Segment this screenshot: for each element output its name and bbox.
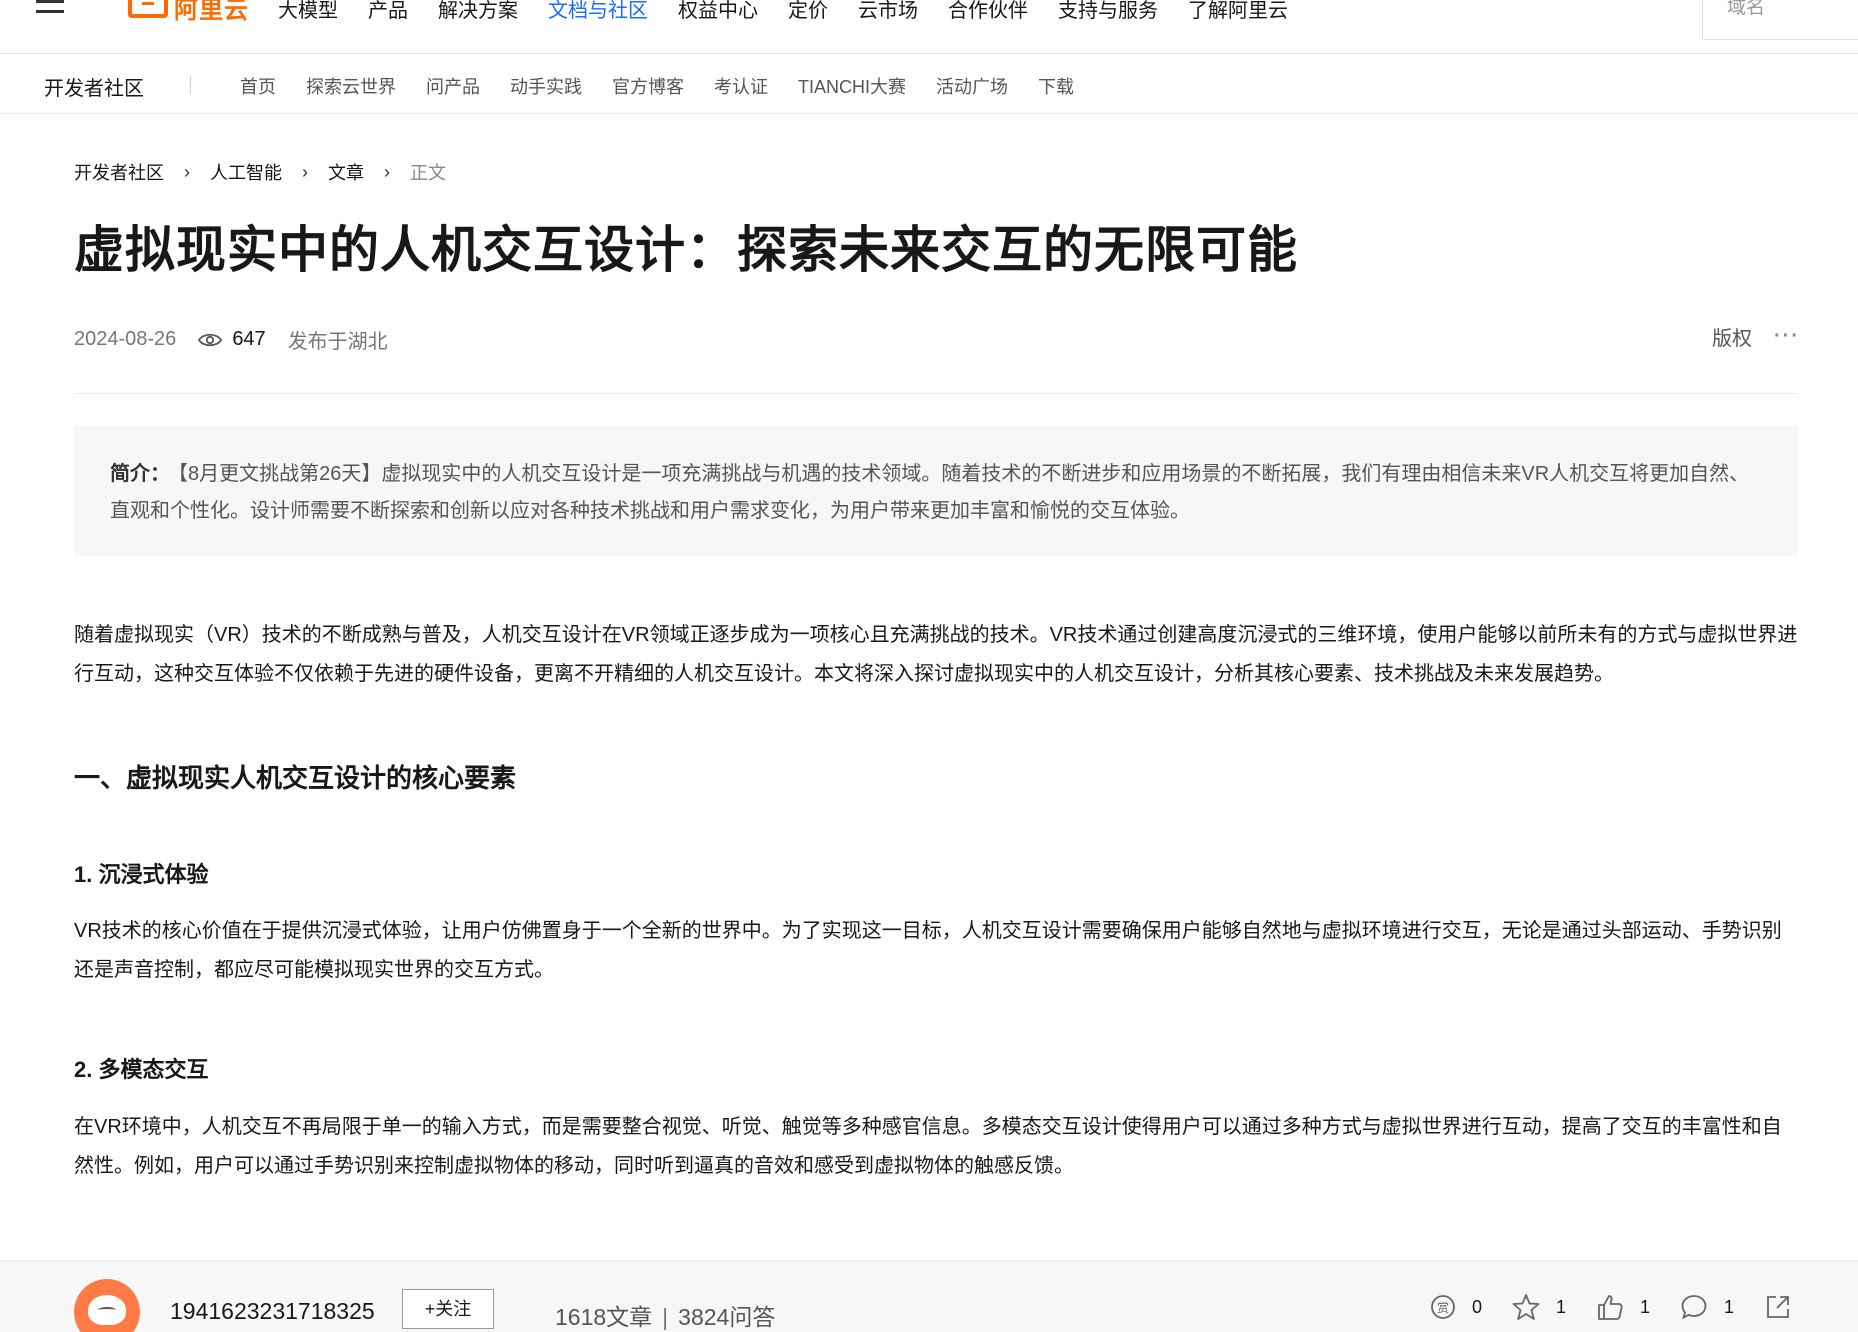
top-menu-item-pricing[interactable]: 定价 <box>788 0 828 23</box>
like-button[interactable]: 1 <box>1596 1293 1650 1321</box>
view-count-value: 647 <box>232 328 266 350</box>
favorite-count: 1 <box>1556 1296 1567 1317</box>
community-navbar: 开发者社区 首页 探索云世界 问产品 动手实践 官方博客 考认证 TIANCHI… <box>0 54 1858 114</box>
community-menu-item-explore[interactable]: 探索云世界 <box>306 73 396 99</box>
community-menu: 首页 探索云世界 问产品 动手实践 官方博客 考认证 TIANCHI大赛 活动广… <box>240 73 1074 99</box>
community-menu-item-blog[interactable]: 官方博客 <box>612 73 684 99</box>
share-icon <box>1767 1296 1789 1318</box>
top-menu-item-solutions[interactable]: 解决方案 <box>438 0 518 23</box>
breadcrumb: 开发者社区 › 人工智能 › 文章 › 正文 <box>74 159 446 185</box>
publish-date: 2024-08-26 <box>74 328 177 350</box>
logo-mark-icon <box>128 0 168 18</box>
top-menu-item-benefits[interactable]: 权益中心 <box>678 0 758 23</box>
community-menu-item-download[interactable]: 下载 <box>1038 73 1074 99</box>
article-meta-actions: 版权 ··· <box>1712 322 1800 351</box>
thumbs-up-icon <box>1598 1295 1623 1320</box>
favorite-button[interactable]: 1 <box>1512 1293 1566 1321</box>
community-menu-item-events[interactable]: 活动广场 <box>936 73 1008 99</box>
community-menu-item-home[interactable]: 首页 <box>240 73 276 99</box>
article-title: 虚拟现实中的人机交互设计：探索未来交互的无限可能 <box>74 222 1298 278</box>
reward-button[interactable]: 赏 0 <box>1430 1294 1482 1320</box>
publish-location: 发布于湖北 <box>287 331 388 353</box>
comment-button[interactable]: 1 <box>1680 1293 1734 1321</box>
star-icon <box>1512 1294 1540 1320</box>
article-count[interactable]: 1618文章 <box>555 1304 652 1330</box>
chevron-right-icon: › <box>384 161 390 182</box>
eye-icon <box>198 333 223 346</box>
top-menu-item-about[interactable]: 了解阿里云 <box>1188 0 1288 23</box>
menu-icon[interactable] <box>36 0 66 20</box>
community-title[interactable]: 开发者社区 <box>44 72 144 101</box>
intro-paragraph: 随着虚拟现实（VR）技术的不断成熟与普及，人机交互设计在VR领域正逐步成为一项核… <box>74 624 1798 685</box>
follow-button[interactable]: +关注 <box>402 1289 494 1329</box>
breadcrumb-item-community[interactable]: 开发者社区 <box>74 159 164 185</box>
breadcrumb-item-ai[interactable]: 人工智能 <box>210 159 282 185</box>
community-menu-item-ask[interactable]: 问产品 <box>426 73 480 99</box>
article-meta: 2024-08-26 647 发布于湖北 <box>74 325 388 354</box>
aliyun-logo[interactable]: 阿里云 <box>128 0 249 24</box>
comment-icon <box>1681 1295 1707 1320</box>
top-menu-item-models[interactable]: 大模型 <box>278 0 338 23</box>
reward-count: 0 <box>1472 1296 1483 1317</box>
summary-text: 【8月更文挑战第26天】虚拟现实中的人机交互设计是一项充满挑战与机遇的技术领域。… <box>110 463 1750 522</box>
top-menu-item-docs-community[interactable]: 文档与社区 <box>548 0 648 23</box>
share-button[interactable] <box>1764 1293 1792 1321</box>
community-menu-item-tianchi[interactable]: TIANCHI大赛 <box>798 73 906 99</box>
community-menu-item-certification[interactable]: 考认证 <box>714 73 768 99</box>
avatar[interactable] <box>74 1279 140 1332</box>
like-count: 1 <box>1640 1296 1651 1317</box>
chevron-right-icon: › <box>184 161 190 182</box>
top-menu-item-marketplace[interactable]: 云市场 <box>858 0 918 23</box>
chevron-right-icon: › <box>302 161 308 182</box>
top-menu: 大模型 产品 解决方案 文档与社区 权益中心 定价 云市场 合作伙伴 支持与服务… <box>278 0 1288 23</box>
subsection-heading: 2. 多模态交互 <box>74 1057 209 1082</box>
author-bar: 1941623231718325 +关注 1618文章 | 3824问答 赏 0 1… <box>0 1260 1858 1332</box>
author-stats: 1618文章 | 3824问答 <box>555 1298 775 1332</box>
comment-count: 1 <box>1724 1296 1735 1317</box>
community-menu-item-labs[interactable]: 动手实践 <box>510 73 582 99</box>
view-count: 647 <box>198 328 266 351</box>
author-name[interactable]: 1941623231718325 <box>170 1298 375 1325</box>
summary-label: 简介： <box>110 463 170 485</box>
divider <box>190 76 191 94</box>
top-navbar: 阿里云 大模型 产品 解决方案 文档与社区 权益中心 定价 云市场 合作伙伴 支… <box>0 0 1858 54</box>
subsection-paragraph: 在VR环境中，人机交互不再局限于单一的输入方式，而是需要整合视觉、听觉、触觉等多… <box>74 1116 1782 1177</box>
search-input[interactable]: 域名 <box>1702 0 1858 40</box>
section-heading: 一、虚拟现实人机交互设计的核心要素 <box>74 763 517 793</box>
answer-count[interactable]: 3824问答 <box>678 1304 775 1330</box>
article-summary: 简介： 【8月更文挑战第26天】虚拟现实中的人机交互设计是一项充满挑战与机遇的技术… <box>74 426 1798 556</box>
stats-separator: | <box>662 1304 669 1330</box>
more-icon[interactable]: ··· <box>1774 325 1800 348</box>
copyright-link[interactable]: 版权 <box>1712 322 1752 351</box>
subsection-heading: 1. 沉浸式体验 <box>74 862 209 887</box>
breadcrumb-item-current: 正文 <box>410 163 446 183</box>
top-menu-item-products[interactable]: 产品 <box>368 0 408 23</box>
reward-icon: 赏 <box>1431 1295 1455 1319</box>
article-actions: 赏 0 1 1 1 <box>1430 1293 1792 1321</box>
subsection-paragraph: VR技术的核心价值在于提供沉浸式体验，让用户仿佛置身于一个全新的世界中。为了实现… <box>74 920 1782 981</box>
top-menu-item-support[interactable]: 支持与服务 <box>1058 0 1158 23</box>
breadcrumb-item-articles[interactable]: 文章 <box>328 159 364 185</box>
divider <box>74 393 1798 394</box>
svg-text:赏: 赏 <box>1437 1301 1449 1315</box>
logo-text: 阿里云 <box>174 0 249 24</box>
top-menu-item-partners[interactable]: 合作伙伴 <box>948 0 1028 23</box>
